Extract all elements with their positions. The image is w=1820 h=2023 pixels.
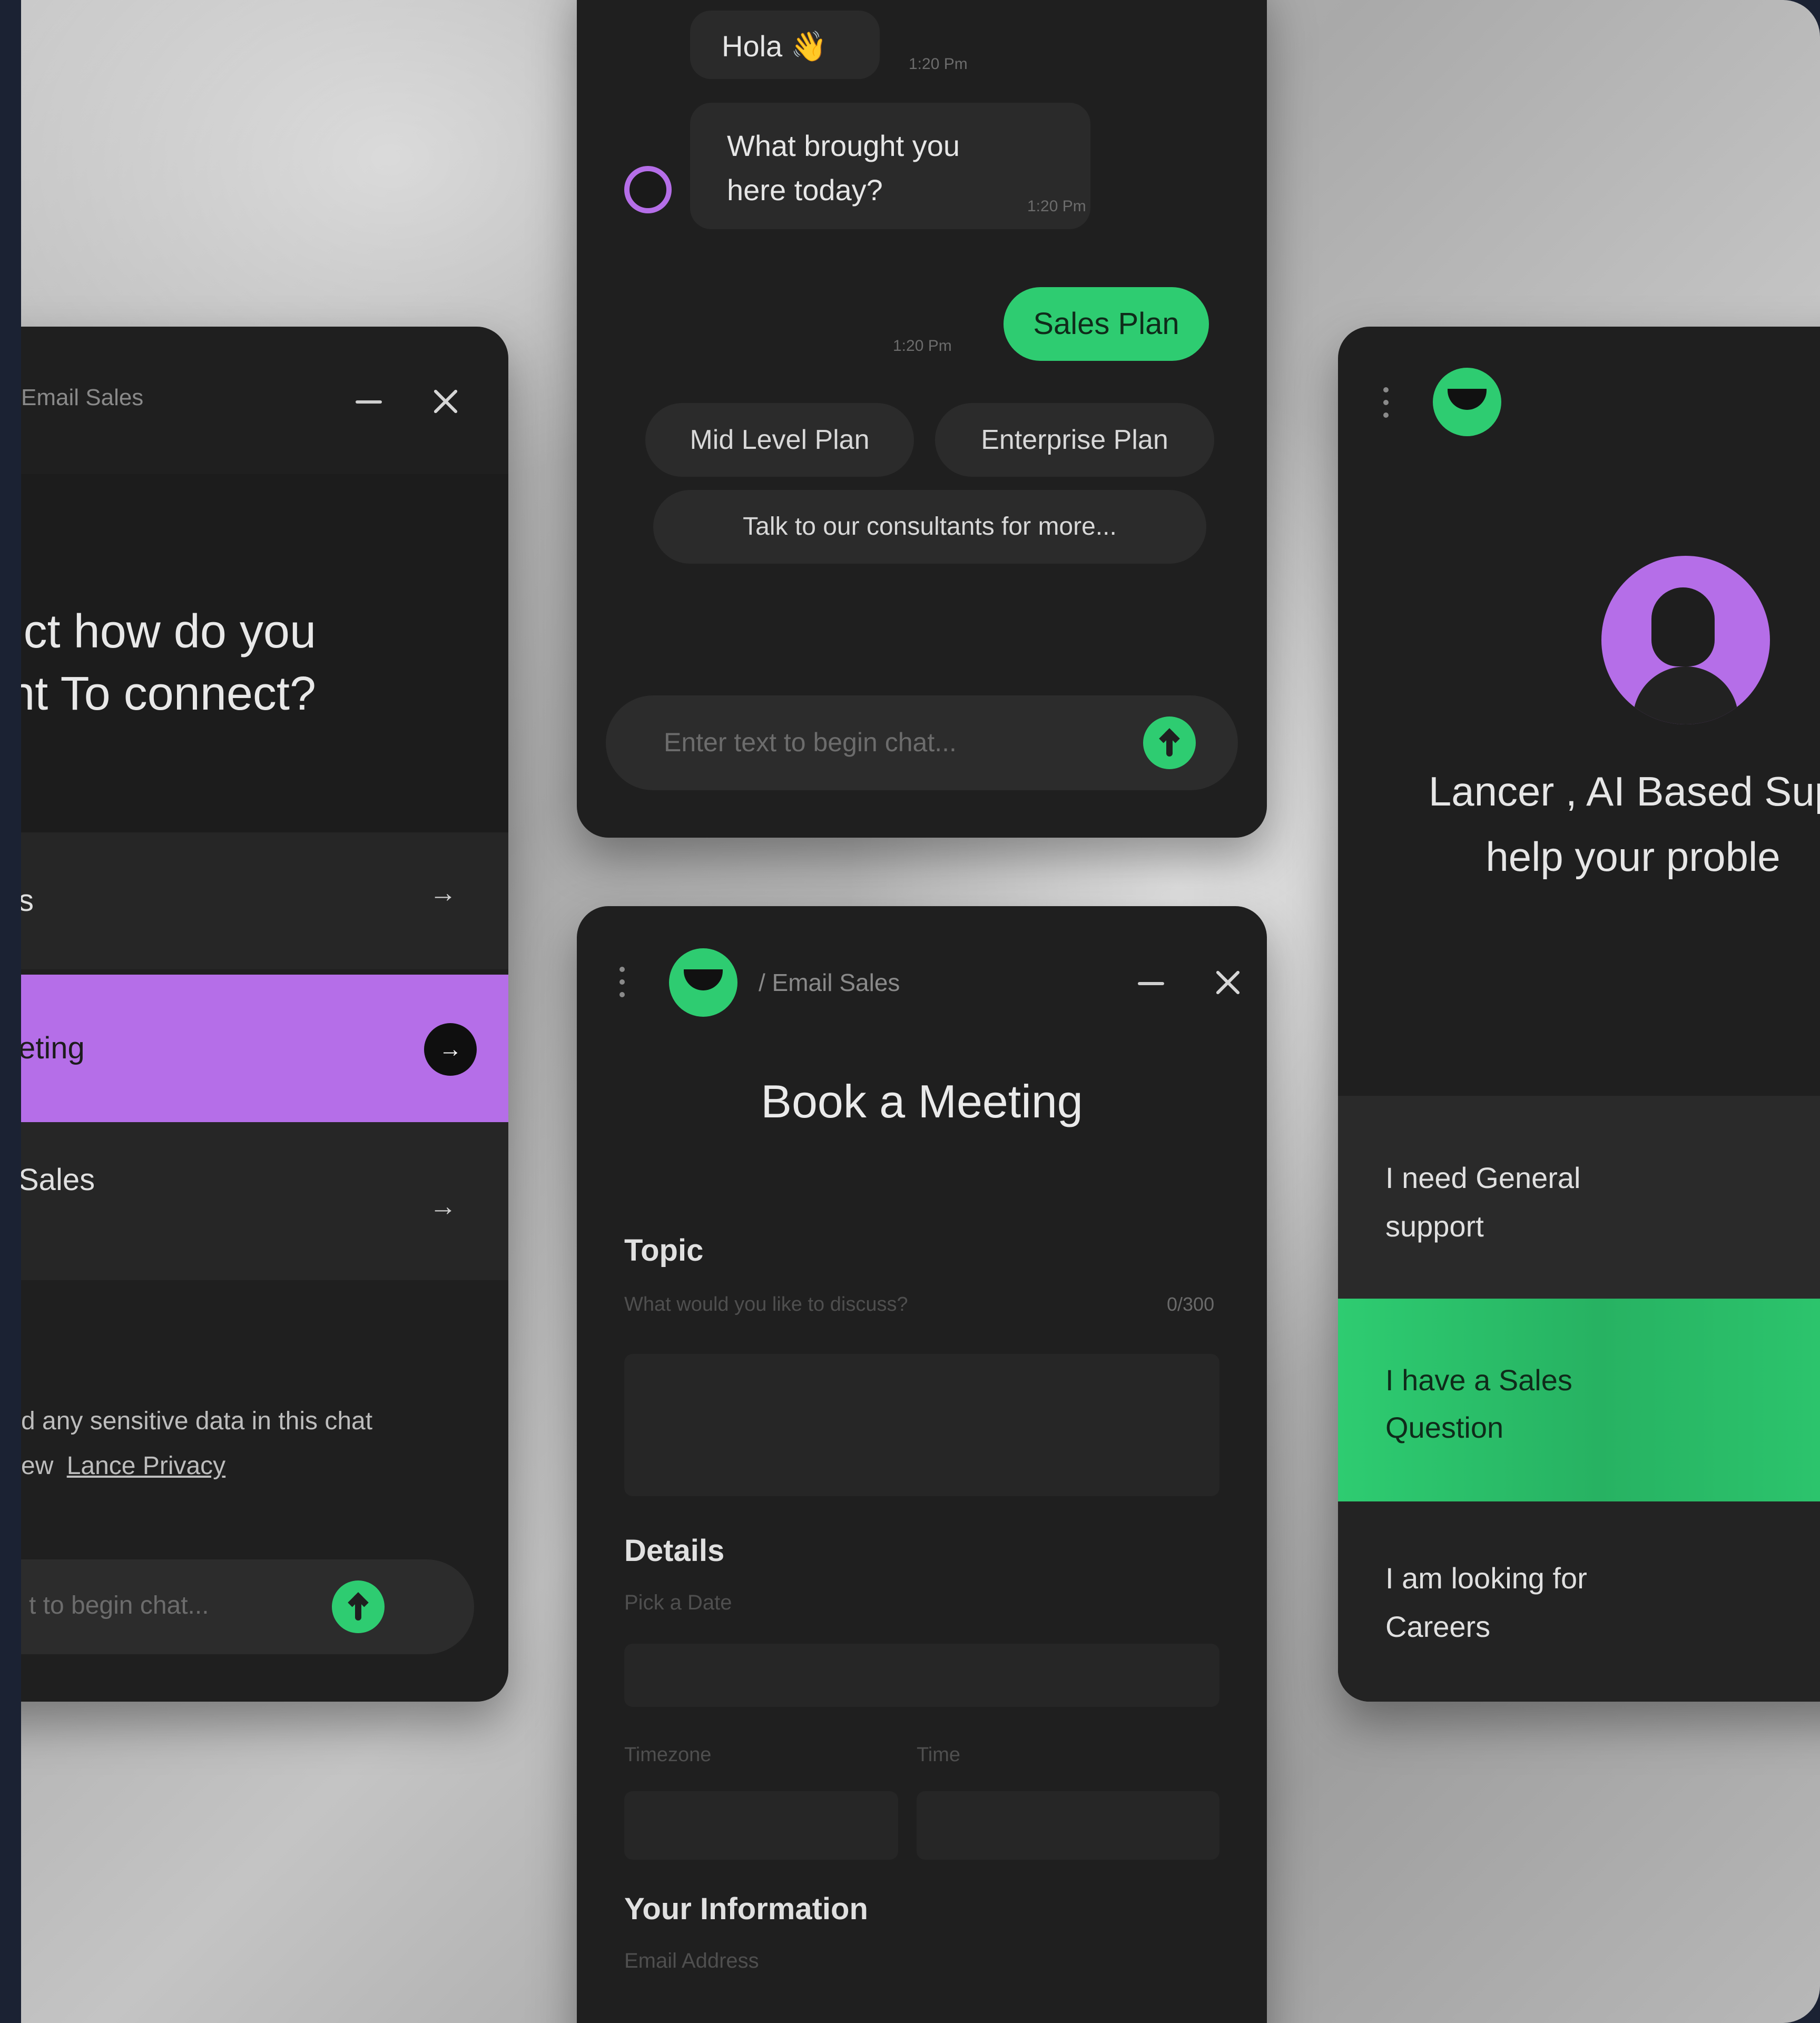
showcase-background: Hola 👋 1:20 Pm What brought you here tod… [21, 0, 1820, 2023]
date-field[interactable] [624, 1644, 1219, 1707]
timezone-field[interactable] [624, 1791, 898, 1860]
option-row-0[interactable]: s → [21, 832, 508, 969]
date-hint: Pick a Date [624, 1591, 732, 1614]
option-row-2[interactable]: Sales → [21, 1122, 508, 1280]
arrow-right-icon: → [429, 878, 457, 908]
email-hint: Email Address [624, 1949, 759, 1972]
chip-talk-to-consultants[interactable]: Talk to our consultants for more... [653, 490, 1206, 564]
more-options-icon[interactable] [619, 967, 625, 998]
header-label: Email Sales [21, 385, 144, 410]
question-text: What brought you here today? [727, 129, 960, 207]
support-option-label-2: I am looking for Careers [1385, 1562, 1587, 1643]
privacy-link[interactable]: Lance Privacy [67, 1452, 225, 1480]
send-icon[interactable] [332, 1580, 385, 1633]
option-label-2: Sales [21, 1163, 95, 1197]
topic-counter: 0/300 [1167, 1293, 1215, 1315]
privacy-prefix: ew [21, 1452, 54, 1480]
close-icon[interactable] [1212, 967, 1243, 998]
arrow-right-icon: → [429, 1191, 457, 1222]
minimize-icon[interactable] [1138, 982, 1164, 985]
connect-card: Email Sales ct how do you want To connec… [21, 327, 508, 1702]
question-time: 1:20 Pm [1027, 198, 1086, 215]
bot-avatar [624, 166, 672, 213]
assistant-avatar [1601, 556, 1770, 724]
time-field[interactable] [917, 1791, 1219, 1860]
breadcrumb: / Email Sales [759, 969, 900, 996]
chip-mid-level-plan[interactable]: Mid Level Plan [645, 403, 914, 477]
option-label-1: eting [21, 1031, 85, 1065]
more-options-icon[interactable] [1383, 387, 1389, 419]
support-option-label-0: I need General support [1385, 1161, 1581, 1243]
avatar-shoulders [1633, 666, 1738, 724]
chat-input[interactable]: Enter text to begin chat... [664, 727, 957, 758]
question-bubble: What brought you here today? 1:20 Pm [690, 103, 1090, 229]
connect-input-bar: t to begin chat... [21, 1559, 474, 1654]
support-option-0[interactable]: I need General support [1338, 1096, 1820, 1299]
send-icon[interactable] [1143, 716, 1196, 769]
reply-time: 1:20 Pm [893, 337, 952, 355]
greeting-text: Hola 👋 [722, 30, 828, 63]
assistant-intro: Lancer , AI Based Sup help your proble [1428, 768, 1820, 880]
topic-hint: What would you like to discuss? [624, 1293, 908, 1315]
timezone-hint: Timezone [624, 1744, 712, 1766]
connect-title: ct how do you want To connect? [21, 605, 316, 720]
brand-logo [669, 948, 737, 1017]
chat-input-bar: Enter text to begin chat... [606, 695, 1238, 790]
option-label-0: s [21, 883, 34, 918]
details-label: Details [624, 1534, 725, 1568]
user-reply-bubble: Sales Plan [1004, 287, 1209, 361]
meeting-card: / Email Sales Book a Meeting Topic What … [577, 906, 1267, 2023]
page-title: Book a Meeting [761, 1075, 1083, 1127]
option-row-1[interactable]: eting → [21, 975, 508, 1122]
info-label: Your Information [624, 1892, 868, 1926]
time-hint: Time [917, 1744, 961, 1766]
chat-card: Hola 👋 1:20 Pm What brought you here tod… [577, 0, 1267, 838]
topic-textarea[interactable] [624, 1354, 1219, 1496]
greeting-bubble: Hola 👋 [690, 11, 880, 79]
minimize-icon[interactable] [356, 400, 382, 404]
connect-input[interactable]: t to begin chat... [29, 1591, 209, 1620]
arrow-circle-icon: → [424, 1023, 477, 1076]
support-option-2[interactable]: I am looking for Careers [1338, 1501, 1820, 1702]
connect-title-panel: ct how do you want To connect? [21, 474, 508, 832]
avatar-silhouette [1651, 587, 1715, 666]
privacy-note: d any sensitive data in this chat [21, 1407, 373, 1435]
support-option-1[interactable]: I have a Sales Question [1338, 1299, 1820, 1501]
close-icon[interactable] [429, 386, 461, 417]
topic-label: Topic [624, 1233, 704, 1268]
chip-enterprise-plan[interactable]: Enterprise Plan [935, 403, 1214, 477]
support-card: Lancer , AI Based Sup help your proble I… [1338, 327, 1820, 1702]
privacy-line: ew Lance Privacy [21, 1451, 225, 1480]
brand-logo [1433, 368, 1501, 436]
greeting-time: 1:20 Pm [909, 55, 968, 73]
support-option-label-1: I have a Sales Question [1385, 1363, 1572, 1444]
